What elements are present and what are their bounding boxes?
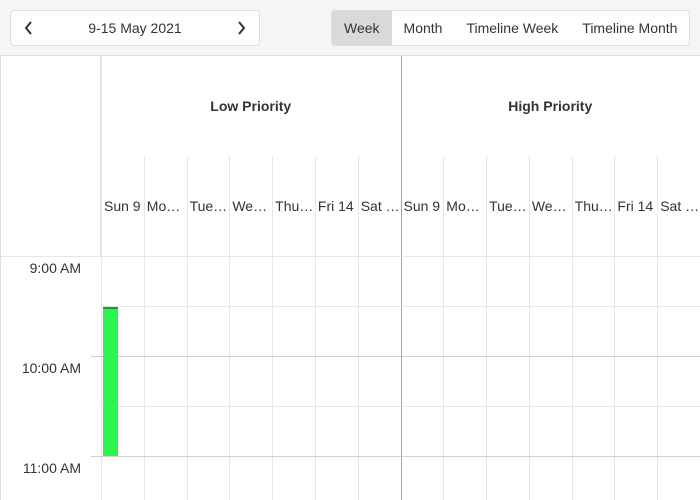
- date-header-label: Sat 15: [360, 198, 401, 214]
- date-header[interactable]: Sun 9: [401, 156, 444, 256]
- date-header[interactable]: Sat 15: [657, 156, 700, 256]
- hour-line: [91, 356, 700, 357]
- appointment[interactable]: [103, 307, 118, 456]
- date-header-label: Tue 11: [189, 198, 230, 214]
- date-header[interactable]: Mon 10: [144, 156, 187, 256]
- date-header[interactable]: Fri 14: [614, 156, 657, 256]
- chevron-right-icon: [238, 21, 246, 35]
- day-column-divider: [229, 156, 231, 500]
- date-header-label: Tue 11: [489, 198, 529, 214]
- date-range-caption[interactable]: 9-15 May 2021: [47, 20, 223, 36]
- date-header-label: Sat 15: [660, 198, 700, 214]
- day-column-divider: [357, 156, 359, 500]
- time-label: 11:00 AM: [22, 460, 81, 476]
- date-header-label: Mon 10: [146, 198, 187, 214]
- day-column-divider: [486, 156, 488, 500]
- view-week-button[interactable]: Week: [332, 11, 392, 45]
- date-header-label: Mon 10: [446, 198, 486, 214]
- date-header[interactable]: Thu 13: [272, 156, 315, 256]
- date-header-label: Thu 13: [275, 198, 315, 214]
- scheduler-grid: Low PrioritySun 9Mon 10Tue 11Wed 12Thu 1…: [0, 56, 700, 500]
- date-header[interactable]: Tue 11: [486, 156, 529, 256]
- date-header-label: Wed 12: [531, 198, 572, 214]
- date-header[interactable]: Sun 9: [101, 156, 144, 256]
- date-header-label: Thu 13: [574, 198, 615, 214]
- header-bottom-line: [1, 256, 700, 257]
- day-column-divider: [443, 156, 445, 500]
- next-button[interactable]: [223, 11, 259, 45]
- day-column-divider: [272, 156, 274, 500]
- view-timeline-month-button[interactable]: Timeline Month: [570, 11, 689, 45]
- date-header[interactable]: Tue 11: [187, 156, 230, 256]
- date-header-label: Fri 14: [317, 198, 354, 214]
- date-header-label: Wed 12: [232, 198, 273, 214]
- group-divider: [400, 56, 402, 500]
- view-timeline-week-button[interactable]: Timeline Week: [454, 11, 570, 45]
- date-header[interactable]: Wed 12: [229, 156, 272, 256]
- date-header[interactable]: Fri 14: [315, 156, 358, 256]
- day-column-divider: [571, 156, 573, 500]
- day-column-divider: [528, 156, 530, 500]
- date-header[interactable]: Wed 12: [529, 156, 572, 256]
- date-header[interactable]: Mon 10: [443, 156, 486, 256]
- day-column-divider: [143, 156, 145, 500]
- time-label: 10:00 AM: [21, 360, 81, 376]
- date-header-label: Sun 9: [104, 198, 141, 214]
- hour-line: [91, 456, 700, 457]
- date-header[interactable]: Thu 13: [572, 156, 615, 256]
- scheduler-toolbar: 9-15 May 2021 Week Month Timeline Week T…: [0, 0, 700, 56]
- group-header: Low Priority: [210, 98, 292, 114]
- date-header-label: Fri 14: [617, 198, 654, 214]
- view-month-button[interactable]: Month: [392, 11, 455, 45]
- date-header-label: Sun 9: [403, 198, 441, 214]
- day-column-divider: [614, 156, 616, 500]
- day-column-divider: [186, 156, 188, 500]
- day-column-divider: [657, 156, 659, 500]
- half-hour-line: [101, 306, 700, 307]
- time-column-divider: [101, 56, 102, 500]
- date-header[interactable]: Sat 15: [358, 156, 401, 256]
- group-header: High Priority: [508, 98, 593, 114]
- time-label: 9:00 AM: [29, 260, 81, 276]
- day-column-divider: [314, 156, 316, 500]
- half-hour-line: [101, 406, 700, 407]
- chevron-left-icon: [24, 21, 32, 35]
- date-navigator: 9-15 May 2021: [10, 10, 260, 46]
- prev-button[interactable]: [11, 11, 47, 45]
- view-switcher: Week Month Timeline Week Timeline Month: [331, 10, 690, 46]
- header-corner: [1, 56, 101, 256]
